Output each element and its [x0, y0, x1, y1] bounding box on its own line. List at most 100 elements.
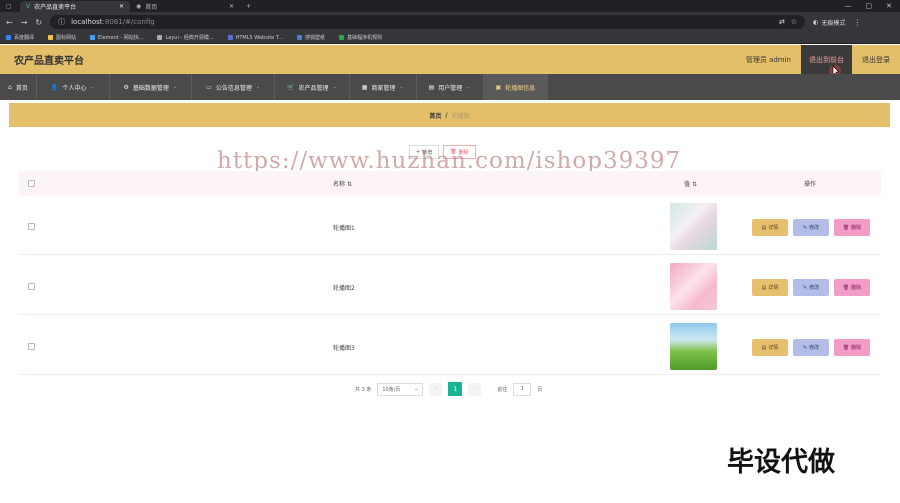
- home-icon: ⌂: [8, 83, 12, 91]
- star-icon[interactable]: ☆: [791, 18, 797, 26]
- page-size-select[interactable]: 10条/页 ⌄: [377, 382, 424, 396]
- back-arrow-icon[interactable]: ←: [6, 18, 13, 27]
- new-tab-button[interactable]: +: [240, 1, 257, 12]
- bookmark-item[interactable]: Element - 网站快...: [90, 34, 143, 41]
- column-name[interactable]: 名称 ⇅: [333, 179, 352, 188]
- detail-button[interactable]: ▤ 详情: [752, 339, 788, 356]
- prev-page-button[interactable]: ‹: [429, 382, 443, 396]
- browser-tab-menu[interactable]: ▢: [0, 1, 20, 12]
- edit-button[interactable]: ✎ 修改: [793, 219, 829, 236]
- row-name: 轮播图1: [333, 225, 355, 232]
- trash-icon: 🗑: [842, 224, 850, 231]
- chevron-down-icon: ⌄: [332, 84, 337, 90]
- page-suffix: 页: [537, 386, 543, 393]
- breadcrumb: 首页 / 轮播图: [9, 103, 890, 127]
- current-page[interactable]: 1: [448, 382, 463, 396]
- edit-icon: ✎: [802, 224, 808, 231]
- corner-caption: 毕设代做: [727, 447, 835, 478]
- vue-logo-icon: V: [26, 3, 31, 10]
- detail-button[interactable]: ▤ 详情: [752, 219, 788, 236]
- minimize-icon[interactable]: —: [845, 2, 852, 10]
- back-to-front-button[interactable]: 退出到前台: [801, 45, 852, 74]
- nav-profile[interactable]: 👤 个人中心 ⌄: [37, 74, 110, 100]
- nav-users[interactable]: ▤ 用户管理 ⌄: [417, 74, 484, 100]
- globe-icon: ◉: [136, 3, 142, 10]
- remove-button[interactable]: 🗑 删除: [834, 339, 870, 356]
- chat-icon: ▭: [206, 83, 212, 91]
- logout-button[interactable]: 退出登录: [852, 55, 900, 65]
- main-nav: ⌂ 首页 👤 个人中心 ⌄ ⚙ 基础数据管理 ⌄ ▭ 公告信息管理 ⌄ 🛒 农产品管理 ⌄ ▦ 商家…: [0, 74, 900, 100]
- doc-icon: ▤: [761, 344, 767, 351]
- breadcrumb-home[interactable]: 首页: [429, 111, 441, 120]
- trash-icon: 🗑: [842, 344, 850, 351]
- forward-arrow-icon[interactable]: →: [21, 18, 28, 27]
- cart-icon: 🛒: [287, 83, 295, 91]
- close-window-icon[interactable]: ✕: [886, 2, 892, 10]
- chevron-down-icon: ⌄: [414, 386, 419, 392]
- row-checkbox[interactable]: [28, 223, 35, 230]
- chevron-down-icon: ⌄: [255, 84, 261, 90]
- select-all-checkbox[interactable]: [28, 180, 35, 187]
- next-page-button[interactable]: ›: [468, 382, 482, 396]
- row-checkbox[interactable]: [28, 283, 35, 290]
- users-icon: ▤: [428, 83, 435, 91]
- nav-carousel[interactable]: ▣ 轮播图信息: [483, 74, 549, 100]
- admin-label: 管理员 admin: [745, 55, 791, 64]
- edit-icon: ✎: [802, 284, 808, 291]
- sort-icon: ⇅: [346, 181, 352, 188]
- column-ops: 操作: [804, 181, 817, 188]
- edit-button[interactable]: ✎ 修改: [793, 339, 829, 356]
- bookmark-item[interactable]: Layui - 经典开源模...: [157, 34, 214, 41]
- column-value[interactable]: 值 ⇅: [684, 179, 697, 188]
- remove-button[interactable]: 🗑 删除: [834, 219, 870, 236]
- image-icon: ▣: [495, 83, 502, 91]
- sort-icon: ⇅: [691, 181, 697, 188]
- bookmark-item[interactable]: 百度翻译: [6, 34, 34, 41]
- browser-tab-strip: ▢ V 农产品直卖平台 ✕ ◉ 首页 ✕ + — ▢ ✕: [0, 0, 900, 12]
- carousel-thumbnail[interactable]: [670, 263, 717, 310]
- browser-tab-active[interactable]: V 农产品直卖平台 ✕: [20, 1, 130, 12]
- goto-page-input[interactable]: 1: [513, 382, 532, 396]
- breadcrumb-current: 轮播图: [451, 112, 470, 120]
- brand-title: 农产品直卖平台: [14, 56, 84, 67]
- nav-notice[interactable]: ▭ 公告信息管理 ⌄: [192, 74, 276, 100]
- incognito-icon: ◐: [813, 18, 819, 26]
- row-name: 轮播图2: [333, 285, 355, 292]
- carousel-thumbnail[interactable]: [670, 203, 717, 250]
- reload-icon[interactable]: ↻: [35, 18, 42, 27]
- settings-icon: ⚙: [123, 83, 129, 91]
- row-checkbox[interactable]: [28, 343, 35, 350]
- bookmark-item[interactable]: 图标网站: [48, 34, 76, 41]
- chevron-right-icon: ›: [473, 386, 476, 392]
- nav-home[interactable]: ⌂ 首页: [0, 74, 37, 100]
- total-count: 共 3 条: [355, 386, 372, 393]
- store-icon: ▦: [361, 83, 368, 91]
- more-menu-icon[interactable]: ⋮: [853, 18, 861, 27]
- remove-button[interactable]: 🗑 删除: [834, 279, 870, 296]
- edit-icon: ✎: [802, 344, 808, 351]
- nav-base-data[interactable]: ⚙ 基础数据管理 ⌄: [110, 74, 193, 100]
- carousel-thumbnail[interactable]: [670, 323, 717, 370]
- edit-button[interactable]: ✎ 修改: [793, 279, 829, 296]
- bookmarks-bar: 百度翻译 图标网站 Element - 网站快... Layui - 经典开源模…: [0, 32, 900, 44]
- close-icon[interactable]: ✕: [229, 3, 234, 10]
- goto-label: 前往: [497, 386, 508, 393]
- doc-icon: ▤: [761, 284, 767, 291]
- nav-products[interactable]: 🛒 农产品管理 ⌄: [275, 74, 350, 100]
- address-bar-row: ← → ↻ ⓘ localhost:8081/#/config ⇄ ☆ ◐ 无痕…: [0, 12, 900, 32]
- bookmark-item[interactable]: 基础程序机规则: [339, 34, 382, 41]
- detail-button[interactable]: ▤ 详情: [752, 279, 788, 296]
- maximize-icon[interactable]: ▢: [866, 2, 873, 10]
- incognito-indicator[interactable]: ◐ 无痕模式: [813, 18, 845, 27]
- doc-icon: ▤: [761, 224, 767, 231]
- url-field[interactable]: ⓘ localhost:8081/#/config ⇄ ☆: [50, 15, 806, 29]
- nav-merchants[interactable]: ▦ 商家管理 ⌄: [350, 74, 417, 100]
- chevron-left-icon: ‹: [434, 386, 437, 392]
- bookmark-item[interactable]: 搜狐壁纸: [297, 34, 325, 41]
- table-header: 名称 ⇅ 值 ⇅ 操作: [19, 171, 881, 196]
- browser-tab-2[interactable]: ◉ 首页 ✕: [130, 1, 240, 12]
- close-icon[interactable]: ✕: [119, 3, 124, 10]
- translate-icon[interactable]: ⇄: [779, 18, 785, 26]
- info-icon: ⓘ: [58, 18, 66, 26]
- bookmark-item[interactable]: HTML5 Website T...: [227, 35, 283, 41]
